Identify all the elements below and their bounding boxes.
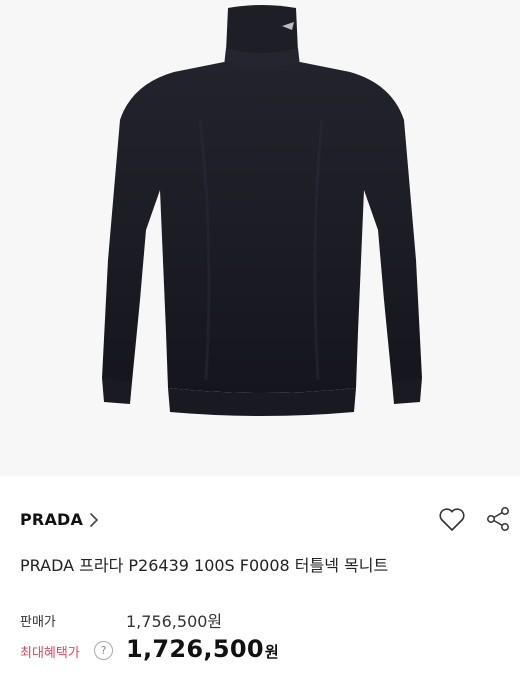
share-button[interactable] [482,503,514,535]
best-price-value: 1,726,500 [126,635,264,663]
best-price-label: 최대혜택가 [20,646,80,661]
wishlist-button[interactable] [436,503,468,535]
product-title: PRADA 프라다 P26439 100S F0008 터틀넥 목니트 [20,556,389,575]
best-price: 1,726,500 원 [126,635,279,663]
heart-icon [439,508,465,531]
brand-link[interactable]: PRADA [20,510,99,529]
share-icon [487,507,509,531]
brand-name: PRADA [20,510,84,529]
sale-price-label: 판매가 [20,615,56,630]
help-icon[interactable]: ? [94,641,113,660]
sale-price-value: 1,756,500원 [126,612,223,631]
product-image [102,5,422,416]
best-price-unit: 원 [264,643,279,661]
product-image-area[interactable] [0,0,520,476]
chevron-right-icon [90,512,98,527]
